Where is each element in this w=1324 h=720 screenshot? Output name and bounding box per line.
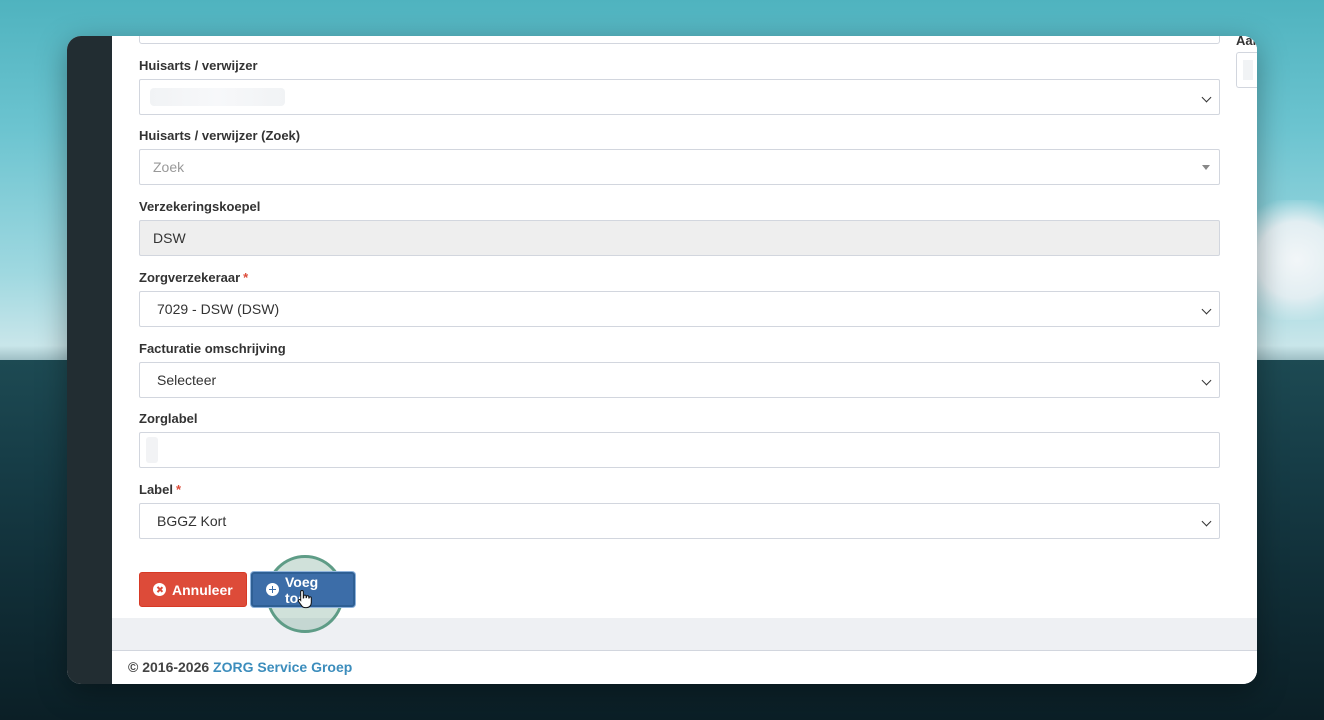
zorgverzekeraar-label: Zorgverzekeraar * xyxy=(139,268,1220,288)
cancel-button-label: Annuleer xyxy=(172,581,233,598)
app-window: Aan Huisarts / verwijzer Huisarts / verw… xyxy=(67,36,1257,684)
chevron-down-icon xyxy=(1201,516,1212,527)
search-placeholder: Zoek xyxy=(153,159,185,175)
plus-circle-icon xyxy=(266,583,279,596)
label-group: Label * BGGZ Kort xyxy=(139,480,1220,539)
zorglabel-group: Zorglabel xyxy=(139,409,1220,468)
verzekeringskoepel-field: DSW xyxy=(139,220,1220,256)
zorglabel-label: Zorglabel xyxy=(139,411,198,426)
times-circle-icon xyxy=(153,583,166,596)
huisarts-label: Huisarts / verwijzer xyxy=(139,58,258,73)
footer-copyright: © 2016-2026 xyxy=(128,659,214,675)
zorgverzekeraar-select[interactable]: 7029 - DSW (DSW) xyxy=(139,291,1220,327)
huisarts-select[interactable] xyxy=(139,79,1220,115)
right-panel-input[interactable] xyxy=(1236,52,1257,88)
sidebar xyxy=(67,36,112,684)
required-marker: * xyxy=(243,270,249,285)
huisarts-zoek-group: Huisarts / verwijzer (Zoek) Zoek xyxy=(139,126,1220,185)
footer: © 2016-2026 ZORG Service Groep xyxy=(112,650,1257,684)
huisarts-search-select[interactable]: Zoek xyxy=(139,149,1220,185)
verzekeringskoepel-group: Verzekeringskoepel DSW xyxy=(139,197,1220,256)
chevron-down-icon xyxy=(1201,375,1212,386)
facturatie-label: Facturatie omschrijving xyxy=(139,341,286,356)
chevron-down-icon xyxy=(1201,304,1212,315)
facturatie-select[interactable]: Selecteer xyxy=(139,362,1220,398)
redacted-value xyxy=(146,437,158,463)
label-select[interactable]: BGGZ Kort xyxy=(139,503,1220,539)
facturatie-value: Selecteer xyxy=(157,372,217,388)
zorgverzekeraar-value: 7029 - DSW (DSW) xyxy=(157,301,280,317)
required-marker: * xyxy=(175,482,182,497)
cancel-button[interactable]: Annuleer xyxy=(139,572,247,607)
huisarts-group: Huisarts / verwijzer xyxy=(139,56,1220,115)
previous-field-edge[interactable] xyxy=(139,36,1220,44)
zorgverzekeraar-label-text: Zorgverzekeraar xyxy=(139,270,241,285)
hand-pointer-icon xyxy=(297,589,312,609)
verzekeringskoepel-value: DSW xyxy=(153,230,186,246)
caret-down-icon xyxy=(1202,165,1210,170)
huisarts-zoek-label: Huisarts / verwijzer (Zoek) xyxy=(139,128,301,143)
zorgverzekeraar-group: Zorgverzekeraar * 7029 - DSW (DSW) xyxy=(139,268,1220,327)
main-content: Aan Huisarts / verwijzer Huisarts / verw… xyxy=(112,36,1257,684)
facturatie-group: Facturatie omschrijving Selecteer xyxy=(139,339,1220,398)
zorglabel-input[interactable] xyxy=(139,432,1220,468)
label-label: Label * xyxy=(139,480,1220,500)
right-panel-label: Aan xyxy=(1236,36,1257,48)
chevron-down-icon xyxy=(1201,92,1212,103)
form-card: Aan Huisarts / verwijzer Huisarts / verw… xyxy=(112,36,1257,633)
footer-brand-link[interactable]: ZORG Service Groep xyxy=(213,659,352,675)
label-label-text: Label xyxy=(139,482,173,497)
redacted-value xyxy=(150,88,285,106)
verzekeringskoepel-label: Verzekeringskoepel xyxy=(139,199,261,214)
label-value: BGGZ Kort xyxy=(157,513,227,529)
